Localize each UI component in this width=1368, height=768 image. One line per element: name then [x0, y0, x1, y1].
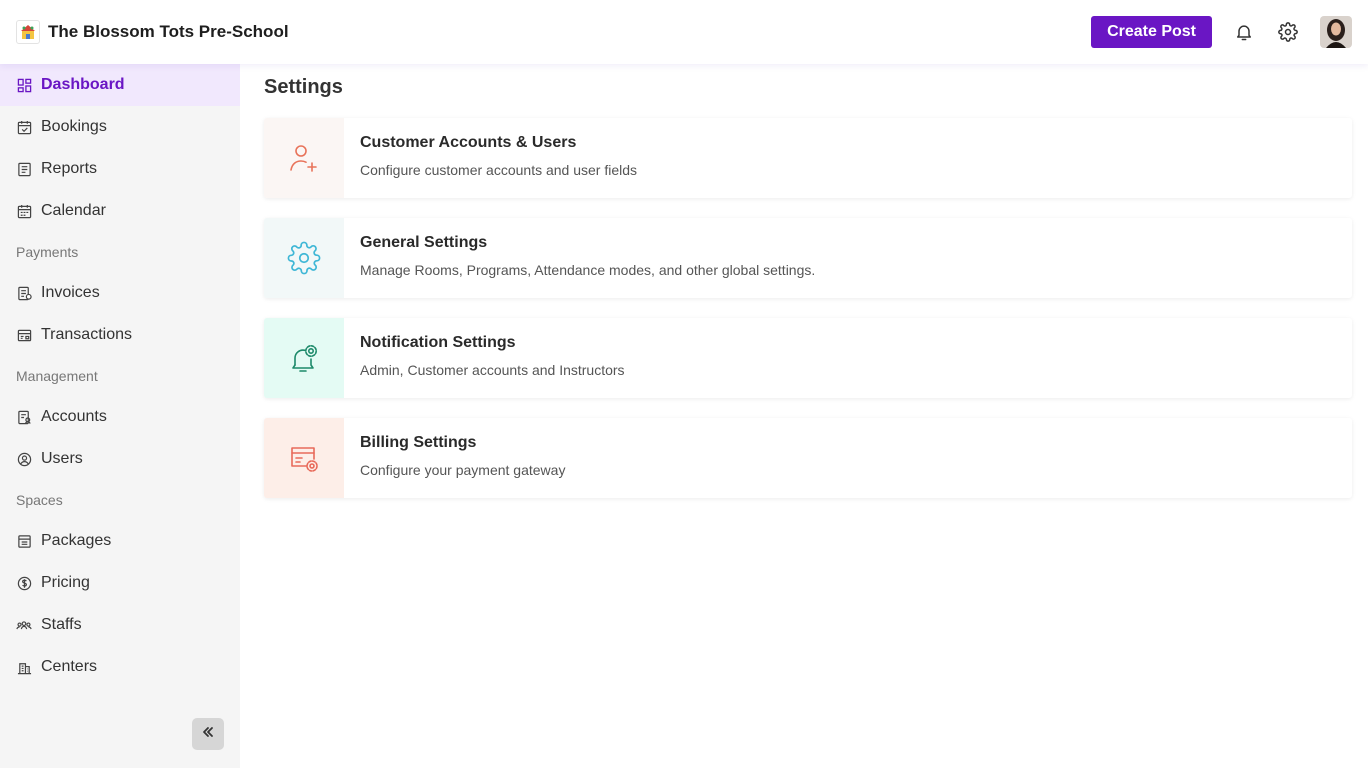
transactions-icon	[16, 327, 32, 343]
card-title: Customer Accounts & Users	[360, 134, 577, 151]
card-title: General Settings	[360, 234, 488, 251]
sidebar: Dashboard Bookings Reports Calendar Paym…	[0, 64, 240, 768]
gear-icon	[264, 218, 344, 298]
pricing-icon	[16, 575, 32, 591]
sidebar-item-label: Users	[41, 450, 83, 467]
sidebar-item-label: Dashboard	[41, 76, 125, 93]
sidebar-item-label: Packages	[41, 532, 112, 549]
sidebar-item-label: Calendar	[41, 202, 106, 219]
sidebar-item-pricing[interactable]: Pricing	[0, 562, 240, 604]
calendar-icon	[16, 203, 32, 219]
card-title: Notification Settings	[360, 334, 516, 351]
card-billing-settings[interactable]: Billing Settings Configure your payment …	[264, 418, 1352, 498]
sidebar-item-users[interactable]: Users	[0, 438, 240, 480]
add-user-icon	[264, 118, 344, 198]
sidebar-item-label: Bookings	[41, 118, 107, 135]
sidebar-item-bookings[interactable]: Bookings	[0, 106, 240, 148]
collapse-sidebar-button[interactable]	[192, 718, 224, 750]
create-post-button[interactable]: Create Post	[1091, 16, 1212, 48]
card-description: Admin, Customer accounts and Instructors	[360, 362, 625, 378]
sidebar-item-label: Invoices	[41, 284, 100, 301]
invoice-icon	[16, 285, 32, 301]
section-payments: Payments	[16, 244, 79, 260]
sidebar-item-staffs[interactable]: Staffs	[0, 604, 240, 646]
accounts-icon	[16, 409, 32, 425]
user-avatar[interactable]	[1320, 16, 1352, 48]
card-description: Manage Rooms, Programs, Attendance modes…	[360, 262, 816, 278]
sidebar-item-transactions[interactable]: Transactions	[0, 314, 240, 356]
section-management: Management	[16, 368, 98, 384]
packages-icon	[16, 533, 32, 549]
brand-name: The Blossom Tots Pre-School	[48, 22, 289, 41]
staffs-icon	[16, 617, 32, 633]
settings-cards: Customer Accounts & Users Configure cust…	[264, 118, 1352, 498]
page-title: Settings	[264, 76, 343, 98]
top-header: The Blossom Tots Pre-School Create Post	[0, 0, 1368, 64]
bell-icon[interactable]	[1232, 20, 1256, 44]
card-customer-accounts[interactable]: Customer Accounts & Users Configure cust…	[264, 118, 1352, 198]
card-description: Configure customer accounts and user fie…	[360, 162, 638, 178]
bookings-icon	[16, 119, 32, 135]
dashboard-icon	[16, 77, 32, 93]
sidebar-item-label: Centers	[41, 658, 98, 675]
main-content: Settings Customer Accounts & Users Confi…	[264, 64, 1352, 518]
card-title: Billing Settings	[360, 434, 477, 451]
sidebar-item-accounts[interactable]: Accounts	[0, 396, 240, 438]
brand[interactable]: The Blossom Tots Pre-School	[16, 20, 289, 44]
bell-gear-icon	[264, 318, 344, 398]
double-chevron-left-icon	[201, 725, 215, 744]
reports-icon	[16, 161, 32, 177]
sidebar-item-label: Pricing	[41, 574, 90, 591]
card-general-settings[interactable]: General Settings Manage Rooms, Programs,…	[264, 218, 1352, 298]
sidebar-item-invoices[interactable]: Invoices	[0, 272, 240, 314]
sidebar-item-reports[interactable]: Reports	[0, 148, 240, 190]
sidebar-item-packages[interactable]: Packages	[0, 520, 240, 562]
sidebar-item-label: Accounts	[41, 408, 107, 425]
sidebar-item-label: Reports	[41, 160, 98, 177]
section-spaces: Spaces	[16, 492, 63, 508]
centers-icon	[16, 659, 32, 675]
users-icon	[16, 451, 32, 467]
school-logo	[16, 20, 40, 44]
card-description: Configure your payment gateway	[360, 462, 566, 478]
billing-gear-icon	[264, 418, 344, 498]
sidebar-item-label: Staffs	[41, 616, 82, 633]
sidebar-item-calendar[interactable]: Calendar	[0, 190, 240, 232]
sidebar-item-centers[interactable]: Centers	[0, 646, 240, 688]
card-notification-settings[interactable]: Notification Settings Admin, Customer ac…	[264, 318, 1352, 398]
gear-icon[interactable]	[1276, 20, 1300, 44]
sidebar-item-dashboard[interactable]: Dashboard	[0, 64, 240, 106]
sidebar-item-label: Transactions	[41, 326, 132, 343]
